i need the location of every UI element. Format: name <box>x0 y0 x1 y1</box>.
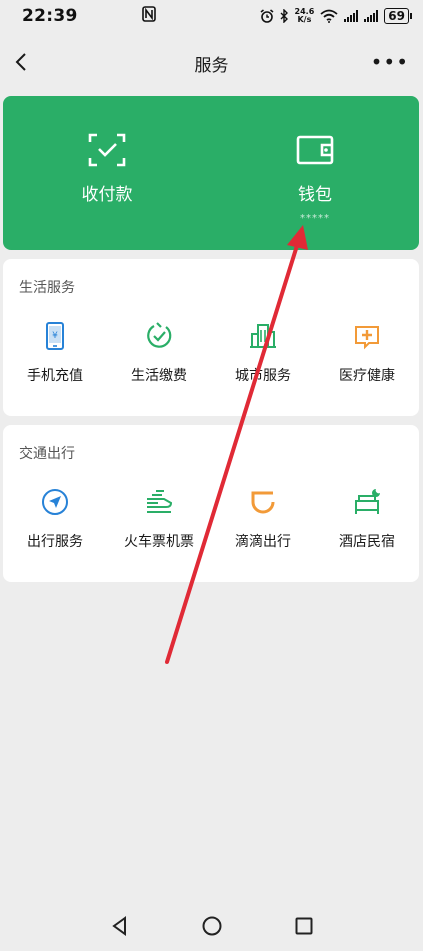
section-title: 交通出行 <box>19 446 75 462</box>
home-circle-icon[interactable] <box>201 915 223 937</box>
utility-payment-label: 生活缴费 <box>131 368 187 384</box>
wifi-icon <box>320 9 338 23</box>
recents-square-icon[interactable] <box>293 915 315 937</box>
medical-health-button[interactable]: 医疗健康 <box>315 321 419 385</box>
city-services-button[interactable]: 城市服务 <box>211 321 315 385</box>
svg-text:¥: ¥ <box>52 331 58 341</box>
travel-services-button[interactable]: 出行服务 <box>3 487 107 551</box>
medical-health-label: 医疗健康 <box>339 368 395 384</box>
section-title: 生活服务 <box>19 280 75 296</box>
back-triangle-icon[interactable] <box>109 915 131 937</box>
wallet-icon <box>296 135 334 165</box>
utility-payment-icon <box>147 322 172 348</box>
city-services-label: 城市服务 <box>235 368 291 384</box>
net-speed-unit: K/s <box>297 15 312 24</box>
life-services-section: 生活服务 ¥ 手机充值 生活缴费 城市服务 医疗健康 <box>3 259 419 416</box>
network-speed: 24.6 K/s <box>295 8 315 24</box>
page-title: 服务 <box>194 55 229 76</box>
transport-section: 交通出行 出行服务 火车票机票 滴滴出行 酒店民宿 <box>3 425 419 582</box>
system-navigation-bar <box>0 901 423 951</box>
didi-button[interactable]: 滴滴出行 <box>211 487 315 551</box>
didi-icon <box>251 491 275 514</box>
hotel-label: 酒店民宿 <box>339 534 395 550</box>
phone-topup-icon: ¥ <box>46 322 64 350</box>
bluetooth-icon <box>280 9 288 23</box>
train-ticket-button[interactable]: 火车票机票 <box>107 487 211 551</box>
payment-qr-icon <box>88 133 126 167</box>
didi-label: 滴滴出行 <box>235 534 291 550</box>
travel-navigation-icon <box>42 489 68 515</box>
signal-icon-2 <box>364 10 379 22</box>
back-icon[interactable] <box>10 50 34 74</box>
payment-label: 收付款 <box>81 185 133 205</box>
nav-bar: 服务 ••• <box>0 32 423 94</box>
utility-payment-button[interactable]: 生活缴费 <box>107 321 211 385</box>
hotel-button[interactable]: 酒店民宿 <box>315 487 419 551</box>
transport-grid: 出行服务 火车票机票 滴滴出行 酒店民宿 <box>3 487 419 551</box>
train-ticket-label: 火车票机票 <box>124 534 194 550</box>
alarm-icon <box>260 9 274 23</box>
life-services-grid: ¥ 手机充值 生活缴费 城市服务 医疗健康 <box>3 321 419 385</box>
hotel-bed-icon <box>355 489 380 514</box>
more-options-icon[interactable]: ••• <box>371 52 409 72</box>
battery-indicator: 69 <box>384 8 412 24</box>
nfc-icon <box>141 6 156 26</box>
status-bar: 22:39 24.6 K/s 69 <box>0 0 423 32</box>
status-time: 22:39 <box>22 6 78 26</box>
city-services-icon <box>250 324 276 348</box>
phone-topup-label: 手机充值 <box>27 368 83 384</box>
train-ticket-icon <box>147 490 173 513</box>
status-icons: 24.6 K/s 69 <box>260 8 412 24</box>
wallet-button[interactable]: 钱包 ***** <box>211 96 419 250</box>
wallet-label: 钱包 <box>298 185 332 205</box>
travel-services-label: 出行服务 <box>27 534 83 550</box>
medical-health-icon <box>355 326 379 350</box>
payment-button[interactable]: 收付款 <box>3 96 211 250</box>
wallet-balance-hidden: ***** <box>300 213 330 224</box>
wallet-card: 收付款 钱包 ***** <box>3 96 419 250</box>
signal-icon-1 <box>344 10 359 22</box>
phone-topup-button[interactable]: ¥ 手机充值 <box>3 321 107 385</box>
